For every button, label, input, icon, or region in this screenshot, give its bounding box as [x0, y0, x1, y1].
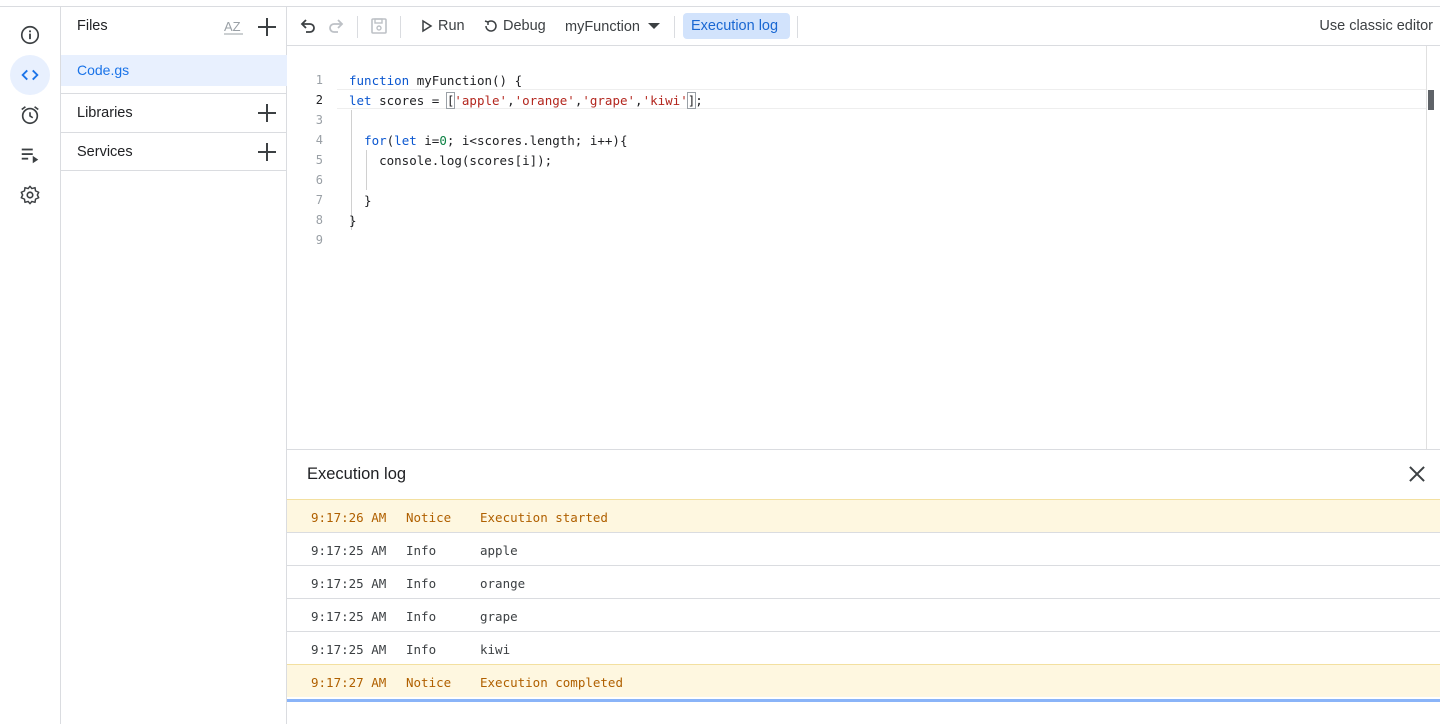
gear-icon — [20, 185, 40, 205]
code-line-2: let scores = ['apple','orange','grape','… — [349, 92, 703, 109]
log-message: Execution completed — [480, 675, 623, 690]
log-level: Notice — [406, 675, 452, 690]
log-time: 9:17:27 AM — [311, 675, 387, 690]
code-line-5: console.log(scores[i]); — [349, 153, 553, 168]
log-row: 9:17:25 AM Info grape — [287, 598, 1440, 631]
run-label: Run — [438, 18, 465, 34]
log-message: kiwi — [480, 642, 511, 657]
log-time: 9:17:25 AM — [311, 609, 387, 624]
toolbar-divider — [797, 16, 798, 38]
function-select[interactable]: myFunction — [565, 11, 665, 41]
debug-button[interactable]: Debug — [483, 11, 553, 41]
toolbar-divider — [357, 16, 358, 38]
close-icon[interactable] — [1408, 465, 1426, 483]
run-button[interactable]: Run — [420, 11, 468, 41]
playlist-play-icon — [21, 148, 39, 164]
libraries-section: Libraries — [61, 93, 287, 132]
log-message: apple — [480, 543, 518, 558]
execution-log-label: Execution log — [691, 18, 779, 34]
svg-text:AZ: AZ — [224, 19, 241, 34]
add-library-icon[interactable] — [256, 102, 278, 124]
add-file-icon[interactable] — [256, 16, 278, 38]
log-row: 9:17:27 AM Notice Execution completed — [287, 664, 1440, 697]
caret-down-icon — [648, 23, 660, 29]
line-number: 1 — [315, 73, 323, 87]
toolbar-divider — [674, 16, 675, 38]
services-section: Services — [61, 132, 287, 171]
log-level: Info — [406, 543, 437, 558]
log-row: 9:17:25 AM Info apple — [287, 532, 1440, 565]
left-rail — [0, 7, 61, 724]
log-row: 9:17:25 AM Info orange — [287, 565, 1440, 598]
save-icon[interactable] — [369, 16, 389, 36]
sort-az-icon[interactable]: AZ — [223, 16, 245, 38]
function-select-value: myFunction — [565, 19, 640, 35]
line-number: 4 — [315, 133, 323, 147]
code-icon — [21, 69, 39, 81]
execution-log-title: Execution log — [307, 465, 407, 483]
line-number: 2 — [315, 93, 323, 107]
execution-log-button[interactable]: Execution log — [683, 13, 790, 39]
line-number: 9 — [315, 233, 323, 247]
log-time: 9:17:26 AM — [311, 510, 387, 525]
log-time: 9:17:25 AM — [311, 642, 387, 657]
debug-icon — [484, 20, 497, 32]
indent-guide — [351, 110, 352, 230]
line-number: 5 — [315, 153, 323, 167]
code-line-8: } — [349, 213, 357, 228]
files-panel: Files AZ Code.gs Libraries Services — [61, 7, 287, 724]
log-message: grape — [480, 609, 518, 624]
editor-button[interactable] — [10, 55, 50, 95]
code-line-7: } — [349, 193, 372, 208]
triggers-button[interactable] — [10, 95, 50, 135]
code-line-4: for(let i=0; i<scores.length; i++){ — [364, 133, 628, 148]
files-header: Files AZ — [61, 7, 287, 47]
undo-icon[interactable] — [298, 16, 318, 36]
log-level: Notice — [406, 510, 452, 525]
info-icon — [20, 25, 40, 45]
log-time: 9:17:25 AM — [311, 543, 387, 558]
overview-button[interactable] — [10, 15, 50, 55]
log-level: Info — [406, 576, 437, 591]
log-time: 9:17:25 AM — [311, 576, 387, 591]
log-message: Execution started — [480, 510, 608, 525]
code-editor[interactable]: 1 2 3 4 5 6 7 8 9 function myFunction() … — [287, 46, 1426, 449]
log-level: Info — [406, 609, 437, 624]
code-line-1: function myFunction() { — [349, 73, 523, 88]
log-rows: 9:17:26 AM Notice Execution started 9:17… — [287, 499, 1440, 697]
line-number: 7 — [315, 193, 323, 207]
play-icon — [422, 19, 433, 33]
toolbar: Run Debug myFunction Execution log Use c… — [287, 7, 1440, 46]
services-label: Services — [77, 144, 133, 160]
line-number: 6 — [315, 173, 323, 187]
line-number: 8 — [315, 213, 323, 227]
editor-scroll-thumb[interactable] — [1428, 90, 1434, 110]
executions-button[interactable] — [10, 135, 50, 175]
top-border — [0, 0, 1440, 7]
log-message: orange — [480, 576, 526, 591]
log-level: Info — [406, 642, 437, 657]
log-row: 9:17:26 AM Notice Execution started — [287, 499, 1440, 532]
execution-log-panel: Execution log 9:17:26 AM Notice Executio… — [287, 449, 1440, 724]
libraries-label: Libraries — [77, 105, 133, 121]
debug-label: Debug — [503, 18, 546, 34]
line-number: 3 — [315, 113, 323, 127]
alarm-icon — [21, 106, 39, 125]
settings-button[interactable] — [10, 175, 50, 215]
redo-icon[interactable] — [326, 16, 346, 36]
file-item-code-gs[interactable]: Code.gs — [61, 55, 287, 86]
classic-editor-link[interactable]: Use classic editor — [1319, 18, 1433, 34]
file-name: Code.gs — [77, 62, 130, 78]
add-service-icon[interactable] — [256, 141, 278, 163]
log-progress-bar — [287, 699, 1440, 702]
toolbar-divider — [400, 16, 401, 38]
log-row: 9:17:25 AM Info kiwi — [287, 631, 1440, 664]
files-title: Files — [77, 18, 108, 34]
